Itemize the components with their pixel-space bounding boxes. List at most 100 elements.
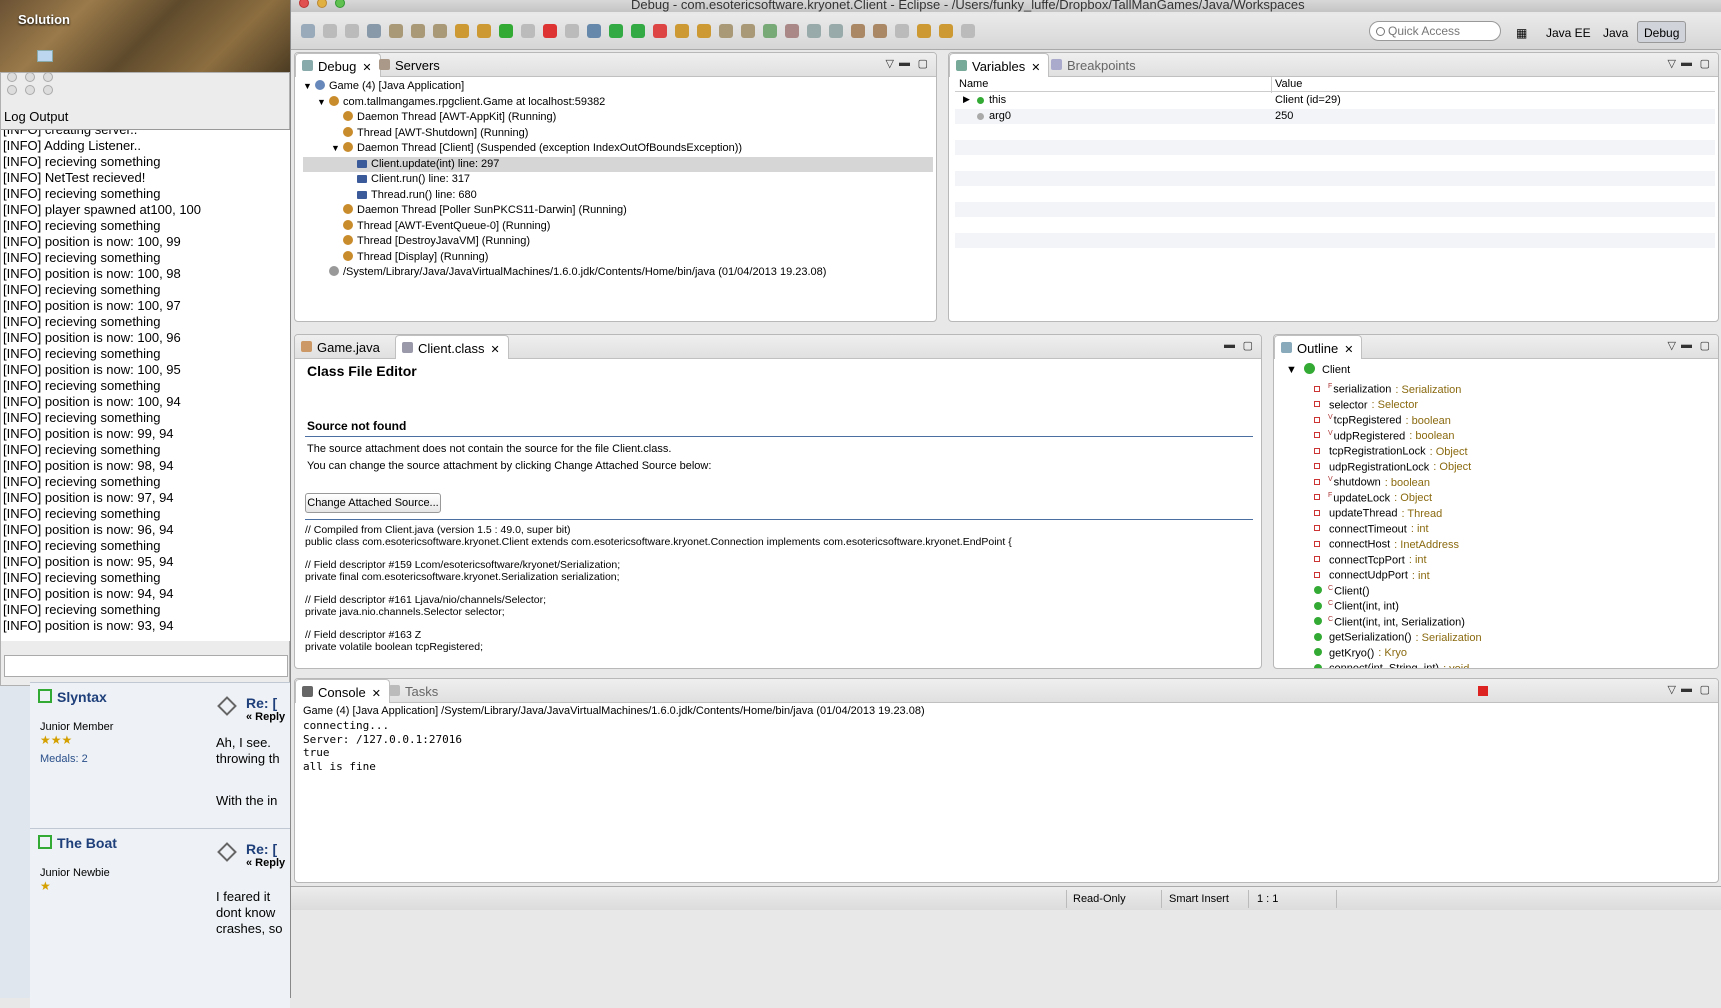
change-attached-source-button[interactable]: Change Attached Source... — [305, 493, 441, 513]
log-text-area[interactable]: [INFO] creating server.. [INFO] Adding Li… — [1, 129, 291, 641]
post-reply-link[interactable]: « Reply — [246, 711, 285, 723]
post-author[interactable]: The Boat — [38, 835, 117, 851]
tab-client-class[interactable]: Client.class ✕ — [395, 335, 509, 359]
debug-tree-item[interactable]: Thread [AWT-Shutdown] (Running) — [303, 126, 933, 142]
debug-tree-item[interactable]: Daemon Thread [AWT-AppKit] (Running) — [303, 110, 933, 126]
perspective-debug[interactable]: Debug — [1637, 21, 1687, 43]
outline-item[interactable]: connectTcpPort: int — [1314, 550, 1427, 566]
toolbar-button-icon[interactable] — [675, 24, 689, 38]
table-row[interactable]: arg0 250 — [955, 108, 1715, 124]
tab-debug[interactable]: Debug ✕ — [295, 53, 381, 77]
outline-item[interactable]: FupdateLock: Object — [1314, 488, 1432, 504]
toolbar-button-icon[interactable] — [521, 24, 535, 38]
toolbar-button-icon[interactable] — [807, 24, 821, 38]
close-window-button[interactable] — [7, 72, 17, 82]
medals-count[interactable]: Medals: 2 — [40, 753, 88, 765]
folder-icon[interactable] — [37, 50, 53, 62]
toolbar-button-icon[interactable] — [719, 24, 733, 38]
toolbar-button-icon[interactable] — [345, 24, 359, 38]
outline-item[interactable]: CClient(int, int, Serialization) — [1314, 612, 1469, 628]
view-menu-icon[interactable]: ▽ — [1668, 339, 1676, 352]
toolbar-button-icon[interactable] — [433, 24, 447, 38]
toolbar-button-icon[interactable] — [565, 24, 579, 38]
toolbar-button-icon[interactable] — [455, 24, 469, 38]
minimize-window-button[interactable] — [317, 0, 327, 8]
debug-tree-item[interactable]: Thread [DestroyJavaVM] (Running) — [303, 234, 933, 250]
outline-item[interactable]: CClient(int, int) — [1314, 596, 1403, 613]
outline-item[interactable]: connectHost: InetAddress — [1314, 534, 1459, 551]
table-row[interactable]: ▶ this Client (id=29) — [955, 93, 1715, 109]
debug-tree-item[interactable]: Thread.run() line: 680 — [303, 188, 933, 204]
zoom-window-button-2[interactable] — [43, 85, 53, 95]
log-input-field[interactable] — [4, 655, 288, 677]
column-header-value[interactable]: Value — [1275, 78, 1302, 90]
toolbar-button-icon[interactable] — [499, 24, 513, 38]
tab-servers[interactable]: Servers — [373, 53, 448, 77]
view-menu-icon[interactable]: ▽ — [886, 57, 894, 70]
tab-variables[interactable]: Variables ✕ — [949, 53, 1050, 77]
outline-item[interactable]: tcpRegistrationLock: Object — [1314, 441, 1468, 458]
toolbar-button-icon[interactable] — [741, 24, 755, 38]
close-window-button[interactable] — [299, 0, 309, 8]
perspective-java[interactable]: Java — [1596, 21, 1635, 43]
outline-item[interactable]: CClient() — [1314, 581, 1374, 597]
toolbar-button-icon[interactable] — [873, 24, 887, 38]
debug-tree-item[interactable]: Thread [AWT-EventQueue-0] (Running) — [303, 219, 933, 235]
minimize-view-icon[interactable]: ▬ — [1681, 57, 1692, 69]
post-subject[interactable]: Re: [ — [246, 841, 277, 857]
outline-item[interactable]: udpRegistrationLock: Object — [1314, 457, 1471, 473]
debug-tree-item[interactable]: Daemon Thread [Poller SunPKCS11-Darwin] … — [303, 203, 933, 219]
debug-tree-item[interactable]: ▼ Game (4) [Java Application] — [303, 79, 933, 95]
decompiled-code-area[interactable]: // Compiled from Client.java (version 1.… — [305, 525, 1255, 665]
toolbar-button-icon[interactable] — [323, 24, 337, 38]
close-icon[interactable]: ✕ — [1344, 344, 1353, 356]
toolbar-button-icon[interactable] — [829, 24, 843, 38]
close-icon[interactable]: ✕ — [362, 62, 371, 74]
minimize-view-icon[interactable]: ▬ — [899, 57, 910, 69]
minimize-window-button-2[interactable] — [25, 85, 35, 95]
toolbar-button-icon[interactable] — [411, 24, 425, 38]
outline-item[interactable]: getSerialization(): Serialization — [1314, 627, 1482, 644]
perspective-java-ee[interactable]: Java EE — [1539, 21, 1598, 43]
tab-console[interactable]: Console ✕ — [295, 679, 390, 703]
post-subject[interactable]: Re: [ — [246, 695, 277, 711]
outline-item[interactable]: VtcpRegistered: boolean — [1314, 410, 1451, 427]
debug-tree-item[interactable]: Client.run() line: 317 — [303, 172, 933, 188]
toolbar-button-icon[interactable] — [543, 24, 557, 38]
toolbar-button-icon[interactable] — [301, 24, 315, 38]
minimize-view-icon[interactable]: ▬ — [1224, 339, 1235, 351]
toolbar-button-icon[interactable] — [697, 24, 711, 38]
toolbar-button-icon[interactable] — [609, 24, 623, 38]
zoom-window-button[interactable] — [43, 72, 53, 82]
debug-tree-item[interactable]: ▼ Daemon Thread [Client] (Suspended (exce… — [303, 141, 933, 157]
toolbar-button-icon[interactable] — [653, 24, 667, 38]
expand-arrow-icon[interactable]: ▼ — [317, 95, 329, 111]
outline-item[interactable]: connect(int, String, int): void — [1314, 658, 1469, 668]
toolbar-button-icon[interactable] — [785, 24, 799, 38]
quick-access-search[interactable]: Quick Access — [1369, 21, 1501, 41]
outline-item[interactable]: connectTimeout: int — [1314, 519, 1429, 535]
close-window-button-2[interactable] — [7, 85, 17, 95]
outline-item[interactable]: Vshutdown: boolean — [1314, 472, 1430, 489]
debug-tree[interactable]: ▼ Game (4) [Java Application] ▼ com.tallman… — [303, 79, 933, 281]
maximize-view-icon[interactable]: ▢ — [1700, 57, 1710, 70]
close-icon[interactable]: ✕ — [1031, 62, 1040, 74]
maximize-view-icon[interactable]: ▢ — [918, 57, 928, 70]
expand-arrow-icon[interactable]: ▶ — [963, 94, 970, 105]
minimize-view-icon[interactable]: ▬ — [1681, 683, 1692, 695]
minimize-window-button[interactable] — [25, 72, 35, 82]
toolbar-button-icon[interactable] — [367, 24, 381, 38]
open-perspective-icon[interactable]: ▦ — [1509, 21, 1533, 43]
toolbar-button-icon[interactable] — [389, 24, 403, 38]
toolbar-button-icon[interactable] — [477, 24, 491, 38]
desktop-folder-label[interactable]: Solution — [18, 12, 70, 27]
maximize-view-icon[interactable]: ▢ — [1700, 683, 1710, 696]
zoom-window-button[interactable] — [335, 0, 345, 8]
tab-tasks[interactable]: Tasks — [383, 679, 446, 703]
column-header-name[interactable]: Name — [959, 78, 988, 90]
debug-tree-item[interactable]: Thread [Display] (Running) — [303, 250, 933, 266]
expand-arrow-icon[interactable]: ▼ — [331, 141, 343, 157]
tab-outline[interactable]: Outline ✕ — [1274, 335, 1363, 359]
expand-arrow-icon[interactable]: ▼ — [1286, 364, 1297, 376]
maximize-view-icon[interactable]: ▢ — [1243, 339, 1253, 352]
